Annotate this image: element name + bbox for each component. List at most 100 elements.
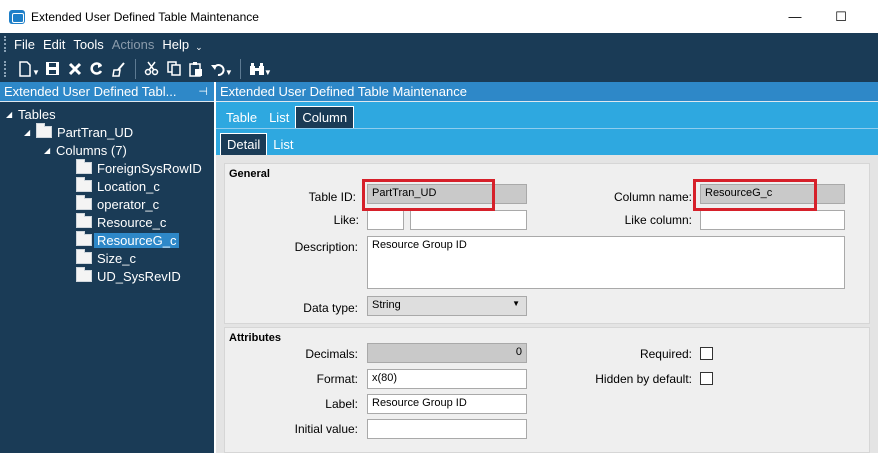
label-label: Label:: [325, 397, 358, 411]
tree-label: ForeignSysRowID: [97, 160, 202, 176]
tree-label: operator_c: [97, 196, 160, 212]
paste-icon[interactable]: [185, 58, 207, 80]
main-tabs: Table List Column: [216, 102, 878, 128]
save-icon[interactable]: [42, 58, 64, 80]
folder-icon: [76, 159, 92, 174]
tree-label: Size_c: [97, 250, 137, 266]
tree-node-column[interactable]: ForeignSysRowID: [76, 159, 202, 177]
tree-panel: Extended User Defined Tabl... ⊣ ◢ Tables…: [0, 82, 214, 453]
tree-node-column[interactable]: Location_c: [76, 177, 160, 195]
format-field[interactable]: x(80): [367, 369, 527, 389]
initial-value-label: Initial value:: [294, 422, 358, 436]
tree-node-column[interactable]: Size_c: [76, 249, 136, 267]
label-field[interactable]: Resource Group ID: [367, 394, 527, 414]
subtab-list[interactable]: List: [267, 133, 299, 155]
detail-content: General Table ID: PartTran_UD Column nam…: [216, 155, 878, 453]
data-type-select[interactable]: String ▼: [367, 296, 527, 316]
tree-panel-header: Extended User Defined Tabl... ⊣: [0, 82, 214, 102]
required-checkbox[interactable]: [700, 347, 713, 360]
column-name-highlight: [693, 179, 817, 211]
like-column-field[interactable]: [700, 210, 845, 230]
like-field[interactable]: [367, 210, 404, 230]
refresh-icon[interactable]: [86, 58, 108, 80]
menu-tools[interactable]: Tools: [73, 37, 103, 52]
folder-icon: [76, 249, 92, 264]
minimize-button[interactable]: —: [772, 0, 818, 33]
tree-label: UD_SysRevID: [97, 268, 181, 284]
folder-icon: [76, 213, 92, 228]
tree-label: Location_c: [97, 178, 160, 194]
menu-bar: File Edit Tools Actions Help ⌄: [0, 33, 878, 55]
new-dropdown-icon[interactable]: ▼: [32, 68, 40, 77]
menu-file[interactable]: File: [14, 37, 35, 52]
description-label: Description:: [294, 240, 358, 254]
tree-node-column[interactable]: Resource_c: [76, 213, 166, 231]
tree-node-column-selected[interactable]: ResourceG_c: [76, 231, 180, 249]
tab-table[interactable]: Table: [220, 106, 263, 128]
maximize-icon: ☐: [835, 8, 847, 24]
copy-icon[interactable]: [163, 58, 185, 80]
menu-edit[interactable]: Edit: [43, 37, 65, 52]
app-icon: [9, 9, 25, 24]
data-type-value: String: [372, 299, 401, 311]
detail-panel-title: Extended User Defined Table Maintenance: [220, 84, 467, 99]
window-title: Extended User Defined Table Maintenance: [31, 9, 259, 24]
pin-icon[interactable]: ⊣: [198, 85, 208, 98]
undo-dropdown-icon[interactable]: ▼: [225, 68, 233, 77]
maximize-button[interactable]: ☐: [818, 0, 864, 33]
tree-label: Resource_c: [97, 214, 167, 230]
collapse-icon[interactable]: ◢: [44, 146, 56, 155]
tree-node-column[interactable]: UD_SysRevID: [76, 267, 181, 285]
tab-list[interactable]: List: [263, 106, 295, 128]
tab-column[interactable]: Column: [295, 106, 355, 128]
delete-icon[interactable]: [64, 58, 86, 80]
detail-panel-header: Extended User Defined Table Maintenance: [216, 82, 878, 102]
data-type-label: Data type:: [303, 301, 358, 315]
toolbar-separator: [239, 58, 241, 79]
column-name-label: Column name:: [613, 190, 692, 204]
folder-icon: [36, 123, 52, 138]
subtab-detail[interactable]: Detail: [220, 133, 268, 155]
tree-label: PartTran_UD: [57, 124, 134, 140]
sub-tabs: Detail List: [216, 128, 878, 155]
tree-node-table[interactable]: ◢ PartTran_UD: [24, 123, 133, 141]
menu-overflow-icon[interactable]: ⌄: [195, 42, 203, 53]
folder-icon: [76, 231, 92, 246]
like-column-label: Like column:: [624, 213, 692, 227]
menu-help[interactable]: Help: [162, 37, 189, 52]
tree-node-column[interactable]: operator_c: [76, 195, 159, 213]
tree-label: ResourceG_c: [94, 232, 180, 248]
decimals-field[interactable]: 0: [367, 343, 527, 363]
minimize-icon: —: [788, 9, 802, 24]
toolbar-grip: [4, 60, 8, 77]
required-label: Required:: [639, 347, 692, 361]
table-id-highlight: [362, 179, 495, 211]
hidden-by-default-checkbox[interactable]: [700, 372, 713, 385]
menu-grip: [4, 36, 8, 52]
general-section-title: General: [229, 168, 270, 180]
collapse-icon[interactable]: ◢: [24, 128, 36, 137]
initial-value-field[interactable]: [367, 419, 527, 439]
attributes-section-title: Attributes: [229, 332, 281, 344]
tree-label: Tables: [18, 106, 56, 122]
tree-label: Columns (7): [56, 142, 127, 158]
collapse-icon[interactable]: ◢: [6, 110, 18, 119]
toolbar-separator: [134, 58, 136, 79]
hidden-by-default-label: Hidden by default:: [595, 372, 692, 386]
format-label: Format:: [316, 372, 358, 386]
tree-node-columns[interactable]: ◢ Columns (7): [44, 141, 127, 159]
folder-icon: [76, 177, 92, 192]
toolbar: ▼ ▼ ▼: [0, 55, 878, 82]
like-table-field[interactable]: [410, 210, 527, 230]
tree-node-tables[interactable]: ◢ Tables: [6, 105, 56, 123]
description-field[interactable]: Resource Group ID: [367, 236, 845, 289]
title-bar: Extended User Defined Table Maintenance …: [0, 0, 878, 33]
search-dropdown-icon[interactable]: ▼: [264, 68, 272, 77]
tree-panel-title: Extended User Defined Tabl...: [4, 84, 177, 99]
menu-actions[interactable]: Actions: [112, 37, 155, 52]
detail-panel: Extended User Defined Table Maintenance …: [216, 82, 878, 453]
table-id-label: Table ID:: [308, 190, 356, 204]
clear-icon[interactable]: [108, 58, 130, 80]
folder-icon: [76, 195, 92, 210]
cut-icon[interactable]: [141, 58, 163, 80]
